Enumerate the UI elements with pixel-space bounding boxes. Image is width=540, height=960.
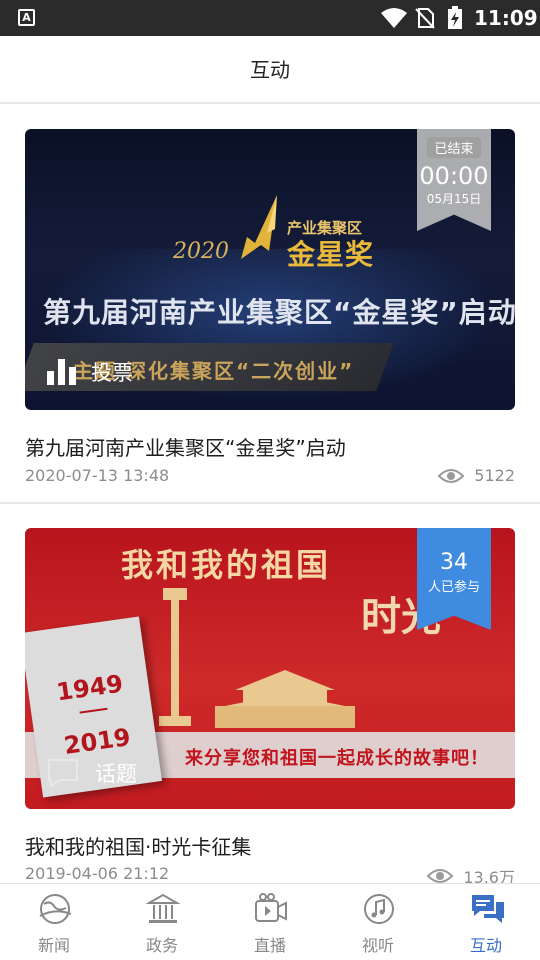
tab-audio-video[interactable]: 视听	[324, 884, 432, 960]
status-pill: 已结束	[427, 137, 481, 158]
view-count: 5122	[474, 466, 515, 485]
tab-label: 新闻	[37, 936, 70, 955]
globe-icon	[39, 894, 72, 924]
participants-tag: 34 人已参与	[417, 528, 491, 630]
card-cover-image[interactable]: 2020 产业集聚区 金星奖 第九届河南产业集聚区“金星奖”启动 主题 深化集聚…	[25, 129, 515, 410]
bar-chart-icon	[47, 359, 76, 385]
vote-badge: 投票	[47, 357, 133, 387]
page-title: 互动	[0, 36, 540, 104]
eye-icon	[438, 468, 465, 483]
tab-news[interactable]: 新闻	[0, 884, 108, 960]
topic-chat-icon	[48, 759, 78, 788]
logo-year: 2020	[173, 239, 229, 264]
no-sim-icon	[415, 8, 435, 29]
participant-count: 34	[440, 550, 468, 575]
year-end: 2019	[62, 722, 133, 760]
card-divider	[0, 502, 540, 504]
monument-illustration	[159, 588, 191, 726]
cover-headline: 第九届河南产业集聚区“金星奖”启动	[43, 296, 515, 329]
countdown-time: 00:00	[419, 162, 489, 190]
participant-label: 人已参与	[427, 580, 480, 595]
tab-government[interactable]: 政务	[108, 884, 216, 960]
tab-live[interactable]: 直播	[216, 884, 324, 960]
tab-label: 政务	[145, 936, 178, 955]
card-title[interactable]: 我和我的祖国·时光卡征集	[25, 831, 251, 860]
cover-strip-text: 来分享您和祖国一起成长的故事吧！	[185, 748, 489, 769]
end-date: 05月15日	[426, 192, 482, 206]
vote-badge-label: 投票	[91, 361, 133, 385]
app-notification-icon: A	[18, 9, 35, 26]
bottom-navigation: 新闻 政务 直播 视听 互动	[0, 883, 540, 960]
status-time: 11:09	[474, 6, 538, 30]
cover-heading: 我和我的祖国	[121, 546, 332, 584]
logo-title: 金星奖	[287, 238, 375, 271]
tab-interaction[interactable]: 互动	[432, 884, 540, 960]
government-building-icon	[146, 893, 180, 923]
card-cover-image[interactable]: 我和我的祖国 时光 来分享您和祖国一起成长的故事吧！ 1949 2019 34 …	[25, 528, 515, 809]
chat-bubbles-icon	[472, 895, 504, 923]
music-note-icon	[364, 894, 394, 924]
card-views: 5122	[438, 466, 515, 485]
status-tag: 已结束 00:00 05月15日	[417, 129, 491, 231]
year-start: 1949	[54, 669, 125, 707]
topic-badge-label: 话题	[95, 762, 137, 786]
card-date: 2020-07-13 13:48	[25, 466, 170, 485]
tab-label: 直播	[253, 936, 286, 955]
tab-label: 互动	[469, 936, 502, 955]
card-date: 2019-04-06 21:12	[25, 864, 170, 883]
battery-charging-icon	[448, 6, 462, 29]
tiananmen-illustration	[215, 670, 355, 728]
tab-label: 视听	[361, 936, 394, 955]
topic-badge: 话题	[47, 758, 137, 788]
wifi-icon	[381, 8, 407, 28]
year-separator	[79, 707, 108, 714]
card-title[interactable]: 第九届河南产业集聚区“金星奖”启动	[25, 432, 346, 461]
video-camera-icon	[255, 893, 287, 922]
status-bar: A 11:09	[0, 0, 540, 36]
eye-icon	[427, 869, 454, 883]
